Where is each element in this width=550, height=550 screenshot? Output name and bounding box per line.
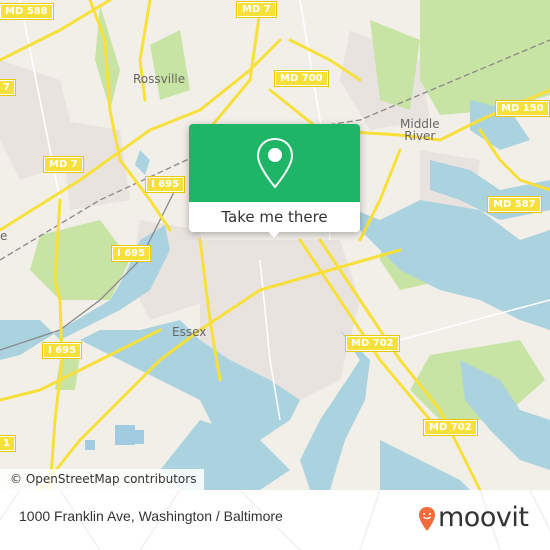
footer: 1000 Franklin Ave, Washington / Baltimor… [0, 490, 550, 550]
map[interactable]: Rossville Middle River Essex e MD 588 MD… [0, 0, 550, 490]
industrial-tanks [85, 425, 144, 450]
map-pin-icon [256, 137, 294, 189]
road-shield-i695-top: I 695 [144, 176, 186, 193]
take-me-there-button[interactable]: Take me there [189, 202, 360, 232]
road-shield-left-edge-bottom: 1 [0, 435, 16, 452]
place-label-middle-river-line2: River [404, 129, 436, 143]
road-shield-md-150: MD 150 [495, 100, 550, 117]
road-shield-i695-mid: I 695 [110, 245, 152, 262]
road-shield-md-7-left: MD 7 [43, 156, 84, 173]
moovit-wordmark: moovit [438, 502, 529, 533]
road-shield-md-587: MD 587 [487, 196, 542, 213]
road-shield-i695-low: I 695 [41, 342, 83, 359]
place-label-essex: Essex [172, 325, 207, 339]
popup-tail [267, 230, 281, 238]
road-shield-md-702-b: MD 702 [423, 419, 478, 436]
road-shield-md-588: MD 588 [0, 3, 54, 20]
road-shield-md-700: MD 700 [274, 70, 329, 87]
road-shield-md-702-a: MD 702 [345, 335, 400, 352]
address-text: 1000 Franklin Ave, Washington / Baltimor… [19, 508, 283, 524]
place-label-rossville: Rossville [133, 72, 186, 86]
popup-header [189, 124, 360, 202]
moovit-smiley-pin-icon [419, 507, 435, 531]
map-attribution[interactable]: © OpenStreetMap contributors [0, 469, 205, 490]
road-shield-md-7-top: MD 7 [236, 1, 277, 18]
place-label-west-edge: e [0, 229, 8, 243]
place-label-middle-river: Middle River [400, 118, 440, 142]
destination-popup: Take me there [189, 124, 360, 238]
road-shield-left-edge-top: 7 [0, 79, 16, 96]
